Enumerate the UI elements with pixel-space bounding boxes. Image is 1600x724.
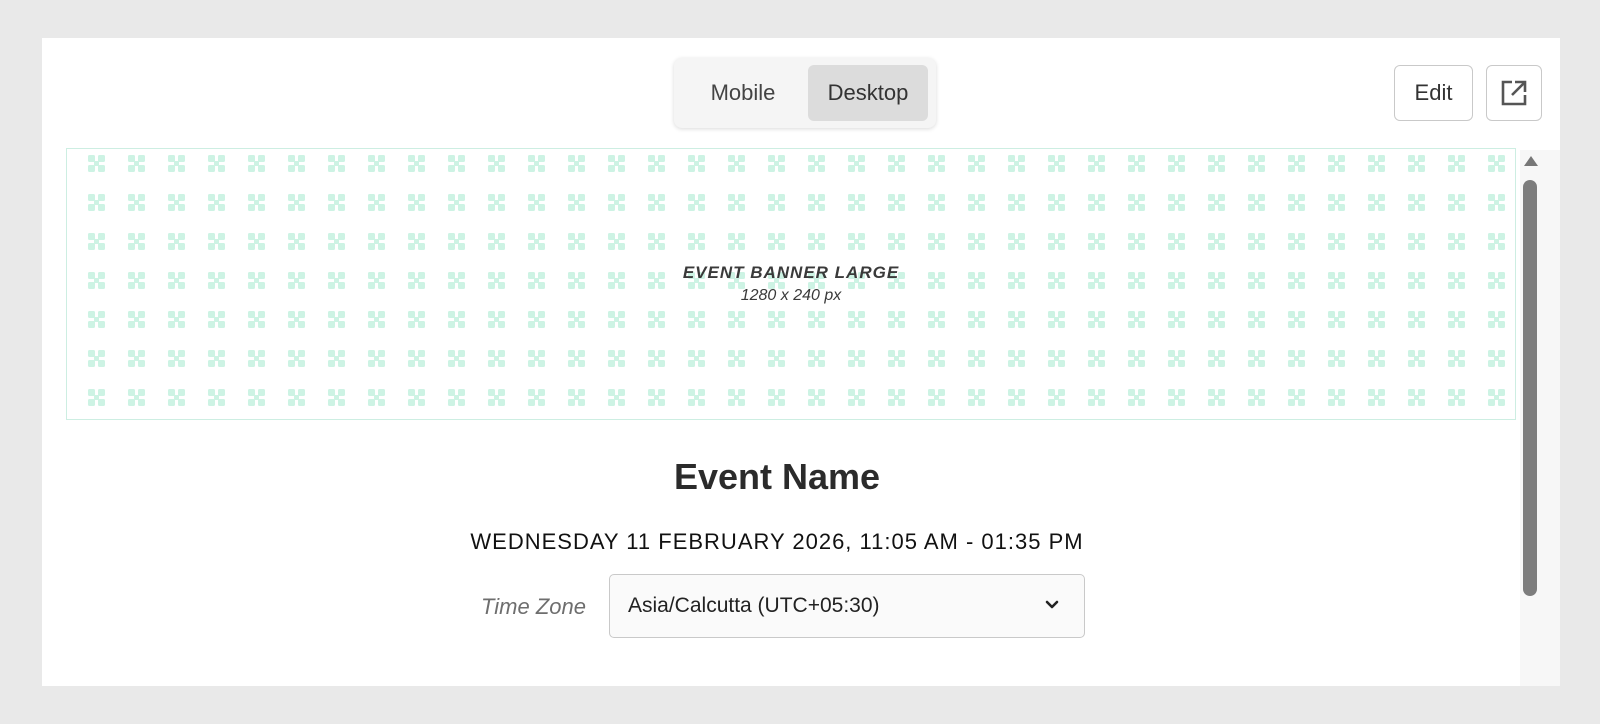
chevron-down-icon <box>1045 600 1059 609</box>
event-banner-placeholder: EVENT BANNER LARGE 1280 x 240 px <box>66 148 1516 420</box>
desktop-view-button[interactable]: Desktop <box>807 65 928 121</box>
timezone-selected-value: Asia/Calcutta (UTC+05:30) <box>628 594 880 617</box>
open-external-button[interactable] <box>1486 65 1542 121</box>
preview-panel: Mobile Desktop Edit EVENT BANNER LARGE 1… <box>42 38 1560 686</box>
event-datetime: WEDNESDAY 11 FEBRUARY 2026, 11:05 AM - 0… <box>470 529 1084 554</box>
timezone-select[interactable]: Asia/Calcutta (UTC+05:30) <box>609 574 1085 638</box>
scroll-up-arrow-icon[interactable] <box>1524 156 1538 166</box>
external-link-icon <box>1501 80 1527 106</box>
banner-size-text: 1280 x 240 px <box>740 287 842 304</box>
event-name-heading: Event Name <box>673 456 881 497</box>
banner-title: EVENT BANNER LARGE <box>682 263 900 282</box>
device-toggle: Mobile Desktop <box>674 58 936 128</box>
edit-button[interactable]: Edit <box>1394 65 1473 121</box>
scrollbar-thumb[interactable] <box>1523 180 1537 596</box>
mobile-view-button[interactable]: Mobile <box>682 65 804 121</box>
timezone-label: Time Zone <box>481 594 586 619</box>
